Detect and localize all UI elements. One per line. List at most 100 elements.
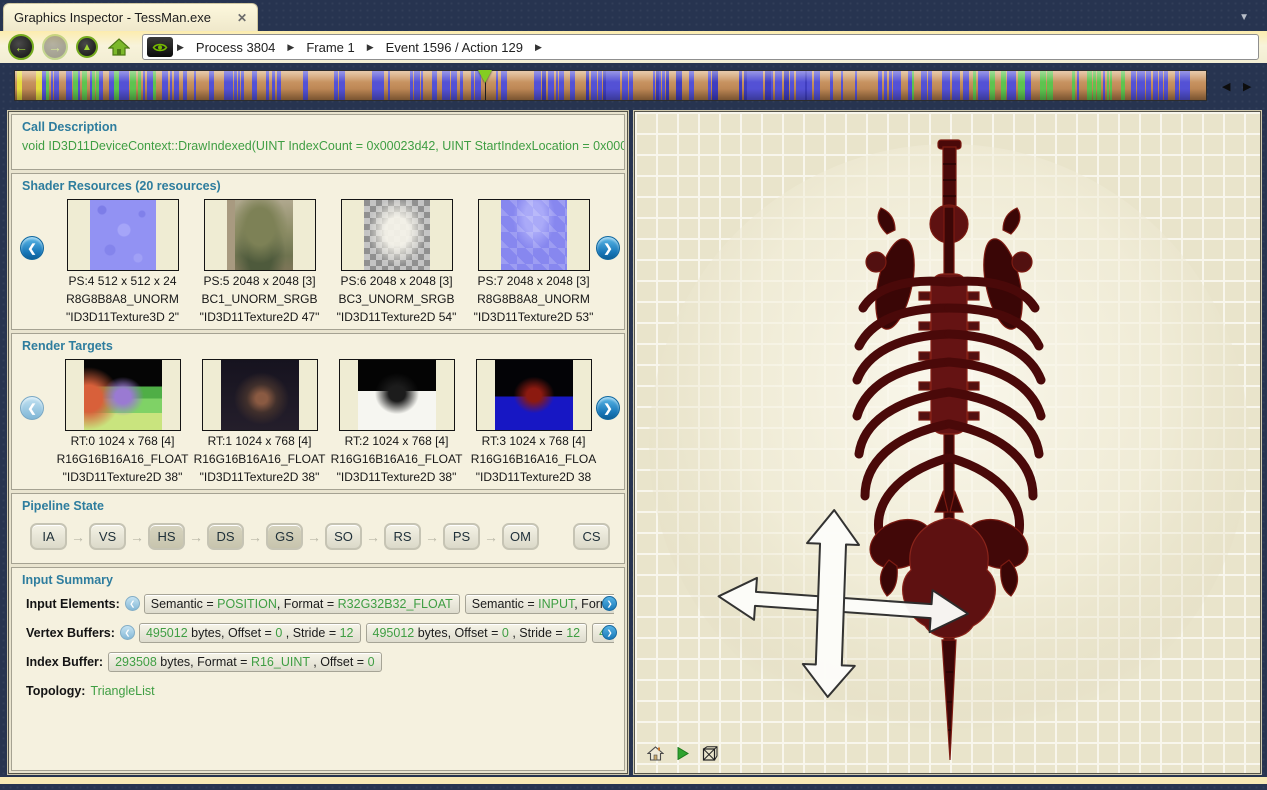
vertex-buffers-prev-button[interactable]: ❮ [120, 625, 135, 640]
stage-vs[interactable]: VS [89, 523, 126, 550]
breadcrumb-frame[interactable]: Frame 1 [298, 40, 362, 55]
crumb-sep-icon[interactable]: ▶ [535, 42, 542, 53]
home-view-icon[interactable] [647, 746, 664, 761]
render-target-thumbnail[interactable] [65, 359, 181, 431]
render-target-name: "ID3D11Texture2D 38" [337, 470, 457, 485]
breadcrumb-process[interactable]: Process 3804 [188, 40, 284, 55]
close-icon[interactable]: ✕ [237, 11, 247, 25]
stage-om[interactable]: OM [502, 523, 539, 550]
stage-gs[interactable]: GS [266, 523, 303, 550]
timeline-scroll-right-icon[interactable]: ▶ [1243, 80, 1251, 93]
stage-ds[interactable]: DS [207, 523, 244, 550]
stage-ps[interactable]: PS [443, 523, 480, 550]
texture-thumbnail[interactable] [478, 199, 590, 271]
breadcrumb: ▶ Process 3804 ▶ Frame 1 ▶ Event 1596 / … [142, 34, 1259, 60]
input-element-chip[interactable]: Semantic = POSITION, Format = R32G32B32_… [144, 594, 460, 614]
stage-rs[interactable]: RS [384, 523, 421, 550]
scene-3d[interactable] [635, 112, 1260, 773]
input-summary-section: Input Summary Input Elements: ❮ Semantic… [11, 567, 625, 771]
vertex-buffers-row: Vertex Buffers: ❮ 495012 bytes, Offset =… [12, 618, 624, 647]
nvidia-logo-button[interactable] [147, 37, 173, 57]
timeline-marker[interactable] [478, 70, 492, 83]
render-target-format: R16G16B16A16_FLOA [471, 452, 596, 467]
shader-resources-strip: PS:4 512 x 512 x 24 R8G8B8A8_UNORM "ID3D… [12, 195, 624, 325]
index-buffer-chip[interactable]: 293508 bytes, Format = R16_UINT , Offset… [108, 652, 381, 672]
render-target-item[interactable]: RT:3 1024 x 768 [4] R16G16B16A16_FLOA "I… [465, 359, 602, 485]
render-target-item[interactable]: RT:1 1024 x 768 [4] R16G16B16A16_FLOAT "… [191, 359, 328, 485]
texture-thumbnail[interactable] [341, 199, 453, 271]
tab-graphics-inspector[interactable]: Graphics Inspector - TessMan.exe ✕ [3, 3, 258, 31]
texture-label: PS:4 512 x 512 x 24 [68, 274, 176, 289]
flow-arrow-icon: → [126, 529, 148, 545]
timeline-scrubber[interactable] [14, 70, 1207, 101]
flow-arrow-icon: → [421, 529, 443, 545]
shader-resources-prev-button[interactable]: ❮ [20, 236, 44, 260]
home-button[interactable] [108, 37, 130, 57]
wireframe-box-icon[interactable] [702, 746, 718, 761]
crumb-sep-icon[interactable]: ▶ [287, 42, 294, 53]
shader-resources-next-button[interactable]: ❯ [596, 236, 620, 260]
render-viewport[interactable] [634, 111, 1261, 774]
stage-ia[interactable]: IA [30, 523, 67, 550]
texture-name: "ID3D11Texture2D 53" [474, 310, 594, 325]
flow-arrow-icon: → [185, 529, 207, 545]
texture-name: "ID3D11Texture3D 2" [66, 310, 179, 325]
render-target-item[interactable]: RT:2 1024 x 768 [4] R16G16B16A16_FLOAT "… [328, 359, 465, 485]
render-target-thumbnail[interactable] [202, 359, 318, 431]
input-elements-next-button[interactable]: ❯ [602, 596, 617, 611]
forward-button[interactable]: → [42, 34, 68, 60]
topology-label: Topology: [26, 684, 85, 698]
chevron-down-icon[interactable]: ▼ [1239, 12, 1249, 23]
stage-so[interactable]: SO [325, 523, 362, 550]
shader-resource-item[interactable]: PS:6 2048 x 2048 [3] BC3_UNORM_SRGB "ID3… [328, 199, 465, 325]
render-target-name: "ID3D11Texture2D 38 [476, 470, 591, 485]
render-targets-header: Render Targets [12, 334, 624, 355]
vertex-buffer-chip[interactable]: 495012 bytes, Offset = 0 , Stride = 12 [366, 623, 588, 643]
render-target-item[interactable]: RT:0 1024 x 768 [4] R16G16B16A16_FLOAT "… [54, 359, 191, 485]
nvidia-eye-icon [151, 41, 169, 54]
render-target-label: RT:2 1024 x 768 [4] [345, 434, 449, 449]
chevron-left-icon: ❮ [125, 629, 131, 637]
topology-row: Topology: TriangleList [12, 676, 624, 705]
status-strip [0, 777, 1267, 784]
home-icon [108, 37, 130, 57]
stage-cs[interactable]: CS [573, 523, 610, 550]
call-description-text: void ID3D11DeviceContext::DrawIndexed(UI… [12, 136, 624, 156]
render-target-label: RT:3 1024 x 768 [4] [482, 434, 586, 449]
render-target-thumbnail[interactable] [476, 359, 592, 431]
vertex-buffer-chip[interactable]: 495012 bytes, Offset = 0 , Stride = 12 [139, 623, 361, 643]
vertex-buffers-next-button[interactable]: ❯ [602, 625, 617, 640]
input-summary-header: Input Summary [12, 568, 624, 589]
render-targets-next-button[interactable]: ❯ [596, 396, 620, 420]
texture-label: PS:6 2048 x 2048 [3] [340, 274, 452, 289]
shader-resource-item[interactable]: PS:4 512 x 512 x 24 R8G8B8A8_UNORM "ID3D… [54, 199, 191, 325]
crumb-sep-icon: ▶ [177, 42, 184, 53]
flow-arrow-icon: → [67, 529, 89, 545]
chevron-right-icon: ❯ [607, 629, 613, 637]
flow-arrow-icon: → [362, 529, 384, 545]
up-arrow-icon: ▲ [82, 42, 92, 53]
input-elements-prev-button[interactable]: ❮ [125, 596, 140, 611]
back-button[interactable]: ← [8, 34, 34, 60]
shader-resources-section: Shader Resources (20 resources) PS:4 512… [11, 173, 625, 330]
input-element-chip[interactable]: Semantic = INPUT, Format = R [465, 594, 614, 614]
play-icon[interactable] [677, 747, 689, 760]
texture-thumbnail[interactable] [204, 199, 316, 271]
shader-resource-item[interactable]: PS:7 2048 x 2048 [3] R8G8B8A8_UNORM "ID3… [465, 199, 602, 325]
render-targets-strip: RT:0 1024 x 768 [4] R16G16B16A16_FLOAT "… [12, 355, 624, 485]
stage-hs[interactable]: HS [148, 523, 185, 550]
render-targets-section: Render Targets RT:0 1024 x 768 [4] R16G1… [11, 333, 625, 490]
breadcrumb-event[interactable]: Event 1596 / Action 129 [378, 40, 531, 55]
call-description-header: Call Description [12, 115, 624, 136]
texture-thumbnail[interactable] [67, 199, 179, 271]
timeline-scroll-left-icon[interactable]: ◀ [1222, 80, 1230, 93]
index-buffer-label: Index Buffer: [26, 655, 103, 669]
forward-arrow-icon: → [48, 39, 62, 55]
input-elements-label: Input Elements: [26, 597, 120, 611]
render-targets-prev-button[interactable]: ❮ [20, 396, 44, 420]
up-button[interactable]: ▲ [76, 36, 98, 58]
input-elements-row: Input Elements: ❮ Semantic = POSITION, F… [12, 589, 624, 618]
shader-resource-item[interactable]: PS:5 2048 x 2048 [3] BC1_UNORM_SRGB "ID3… [191, 199, 328, 325]
crumb-sep-icon[interactable]: ▶ [367, 42, 374, 53]
render-target-thumbnail[interactable] [339, 359, 455, 431]
